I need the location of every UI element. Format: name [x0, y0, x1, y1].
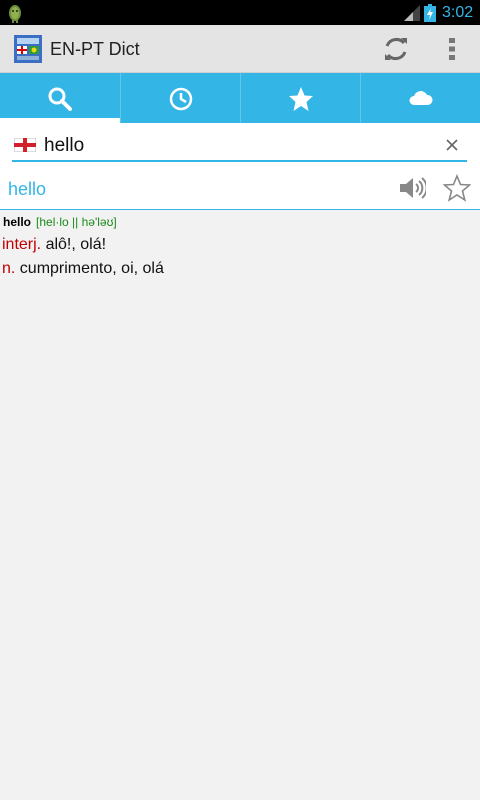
status-time: 3:02 [442, 4, 474, 21]
sense-part-of-speech: interj. [2, 236, 42, 253]
star-icon [289, 87, 313, 111]
battery-icon [424, 4, 436, 22]
result-word-row[interactable]: hello [0, 167, 480, 210]
entry-headline: hello [hel·lo || hə'ləʊ] [3, 215, 117, 229]
tab-favorites[interactable] [240, 73, 360, 123]
entry-sense: n. cumprimento, oi, olá [2, 259, 164, 279]
cloud-icon [409, 91, 433, 105]
overflow-menu-icon[interactable] [444, 35, 460, 63]
speaker-icon[interactable] [398, 175, 426, 201]
entry-headword: hello [3, 215, 32, 229]
result-word[interactable]: hello [8, 179, 46, 199]
tab-history[interactable] [120, 73, 240, 123]
england-flag-icon[interactable] [14, 138, 36, 152]
tab-cloud[interactable] [360, 73, 480, 123]
search-bar [0, 123, 480, 167]
clear-icon[interactable] [444, 137, 460, 153]
tab-search[interactable] [0, 73, 120, 123]
entry-pronunciation: [hel·lo || hə'ləʊ] [36, 215, 117, 229]
tab-bar [0, 73, 480, 123]
favorite-star-icon[interactable] [443, 174, 471, 202]
search-input[interactable] [44, 133, 434, 159]
status-bar: 3:02 [0, 0, 480, 25]
sense-part-of-speech: n. [2, 260, 16, 277]
sense-translation: cumprimento, oi, olá [19, 260, 164, 277]
clock-icon [169, 87, 193, 111]
search-input-underline [12, 160, 467, 162]
android-robot-icon [9, 5, 21, 23]
dictionary-app-icon[interactable] [14, 35, 42, 63]
signal-icon [404, 5, 420, 21]
action-bar: EN-PT Dict [0, 25, 480, 73]
entry-sense: interj. alô!, olá! [2, 235, 106, 255]
sense-translation: alô!, olá! [45, 236, 107, 253]
search-icon [48, 87, 72, 111]
app-title: EN-PT Dict [50, 39, 140, 59]
refresh-icon[interactable] [382, 35, 410, 63]
